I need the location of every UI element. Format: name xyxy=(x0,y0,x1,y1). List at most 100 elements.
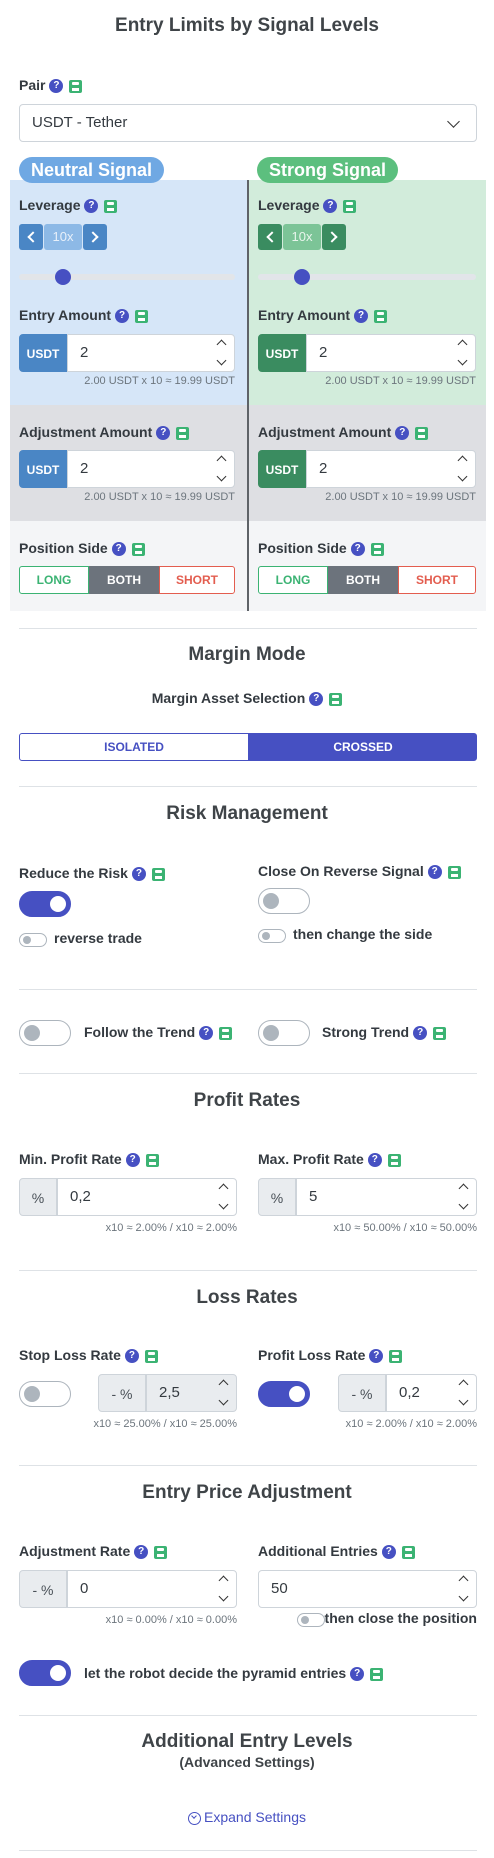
save-icon[interactable] xyxy=(151,867,165,881)
help-icon[interactable]: ? xyxy=(413,1026,428,1041)
reverse-trade-toggle[interactable] xyxy=(19,933,47,947)
stepper-icon[interactable] xyxy=(454,1375,474,1411)
save-icon[interactable] xyxy=(433,1026,447,1040)
strong-leverage-increase[interactable] xyxy=(322,224,346,250)
reduce-risk-toggle[interactable] xyxy=(19,891,71,917)
expand-settings-link[interactable]: Expand Settings xyxy=(0,1809,494,1825)
save-icon[interactable] xyxy=(131,542,145,556)
help-icon[interactable]: ? xyxy=(395,426,410,441)
help-icon[interactable]: ? xyxy=(323,199,338,214)
profit-title: Profit Rates xyxy=(193,1090,301,1111)
save-icon[interactable] xyxy=(69,79,83,93)
margin-crossed-button[interactable]: CROSSED xyxy=(249,733,477,761)
pyramid-toggle[interactable] xyxy=(19,1660,71,1686)
stepper-icon[interactable] xyxy=(453,451,473,487)
adj-rate-input[interactable]: 0 xyxy=(67,1570,237,1608)
profit-loss-toggle[interactable] xyxy=(258,1381,310,1407)
divider xyxy=(19,1850,477,1851)
neutral-side-both[interactable]: BOTH xyxy=(89,566,159,594)
help-icon[interactable]: ? xyxy=(367,1153,382,1168)
strong-leverage-slider-thumb[interactable] xyxy=(294,269,310,285)
divider xyxy=(19,1465,477,1466)
help-icon[interactable]: ? xyxy=(49,79,64,94)
help-icon[interactable]: ? xyxy=(111,542,126,557)
save-icon[interactable] xyxy=(401,1545,415,1559)
save-icon[interactable] xyxy=(329,692,343,706)
save-icon[interactable] xyxy=(145,1153,159,1167)
follow-trend-toggle[interactable] xyxy=(19,1020,71,1046)
save-icon[interactable] xyxy=(144,1349,158,1363)
save-icon[interactable] xyxy=(370,542,384,556)
save-icon[interactable] xyxy=(387,1153,401,1167)
chevron-down-icon xyxy=(447,115,460,128)
help-icon[interactable]: ? xyxy=(369,1349,384,1364)
neutral-leverage-increase[interactable] xyxy=(83,224,107,250)
save-icon[interactable] xyxy=(370,1667,384,1681)
stepper-icon[interactable] xyxy=(212,335,232,371)
stepper-icon[interactable] xyxy=(454,1179,474,1215)
pair-select[interactable]: USDT - Tether xyxy=(19,104,477,142)
help-icon[interactable]: ? xyxy=(354,309,369,324)
help-icon[interactable]: ? xyxy=(350,1667,365,1682)
neutral-adj-input[interactable]: 2 xyxy=(67,450,235,488)
stepper-icon[interactable] xyxy=(454,1571,474,1607)
save-icon[interactable] xyxy=(343,199,357,213)
neutral-entry-input[interactable]: 2 xyxy=(67,334,235,372)
max-profit-input[interactable]: 5 xyxy=(296,1178,477,1216)
strong-side-short[interactable]: SHORT xyxy=(398,566,476,594)
strong-leverage-decrease[interactable] xyxy=(258,224,282,250)
save-icon[interactable] xyxy=(389,1349,403,1363)
divider xyxy=(19,786,477,787)
help-icon[interactable]: ? xyxy=(131,867,146,882)
max-profit-label: Max. Profit Rate? xyxy=(258,1151,401,1168)
save-icon[interactable] xyxy=(154,1545,168,1559)
help-icon[interactable]: ? xyxy=(381,1545,396,1560)
stepper-icon[interactable] xyxy=(214,1375,234,1411)
stepper-icon[interactable] xyxy=(212,451,232,487)
help-icon[interactable]: ? xyxy=(350,542,365,557)
strong-leverage-slider-track[interactable] xyxy=(258,274,476,280)
help-icon[interactable]: ? xyxy=(134,1545,149,1560)
save-icon[interactable] xyxy=(104,199,118,213)
profit-loss-input[interactable]: 0,2 xyxy=(386,1374,477,1412)
stop-loss-input[interactable]: 2,5 xyxy=(146,1374,237,1412)
stepper-icon[interactable] xyxy=(214,1179,234,1215)
additional-entries-input[interactable]: 50 xyxy=(258,1570,477,1608)
strong-trend-toggle[interactable] xyxy=(258,1020,310,1046)
help-icon[interactable]: ? xyxy=(124,1349,139,1364)
help-icon[interactable]: ? xyxy=(156,426,171,441)
neutral-leverage-slider-thumb[interactable] xyxy=(55,269,71,285)
stepper-icon[interactable] xyxy=(214,1571,234,1607)
save-icon[interactable] xyxy=(374,309,388,323)
min-profit-input[interactable]: 0,2 xyxy=(57,1178,237,1216)
neutral-side-short[interactable]: SHORT xyxy=(159,566,235,594)
help-icon[interactable]: ? xyxy=(427,865,442,880)
save-icon[interactable] xyxy=(135,309,149,323)
help-icon[interactable]: ? xyxy=(125,1153,140,1168)
help-icon[interactable]: ? xyxy=(199,1026,214,1041)
margin-isolated-button[interactable]: ISOLATED xyxy=(19,733,249,761)
help-icon[interactable]: ? xyxy=(309,692,324,707)
save-icon[interactable] xyxy=(447,865,461,879)
stepper-icon[interactable] xyxy=(453,335,473,371)
strong-entry-input[interactable]: 2 xyxy=(306,334,476,372)
save-icon[interactable] xyxy=(415,426,429,440)
neutral-side-long[interactable]: LONG xyxy=(19,566,89,594)
stop-loss-toggle[interactable] xyxy=(19,1381,71,1407)
change-side-toggle[interactable] xyxy=(258,929,286,943)
strong-side-both[interactable]: BOTH xyxy=(328,566,398,594)
close-reverse-toggle[interactable] xyxy=(258,888,310,914)
help-icon[interactable]: ? xyxy=(115,309,130,324)
neutral-leverage-decrease[interactable] xyxy=(19,224,43,250)
stop-loss-unit: - % xyxy=(98,1374,146,1412)
close-position-label: then close the position xyxy=(324,1610,477,1626)
neutral-adj-unit: USDT xyxy=(19,450,67,488)
strong-adj-input[interactable]: 2 xyxy=(306,450,476,488)
close-position-toggle[interactable] xyxy=(297,1613,325,1627)
neutral-side-label: Position Side? xyxy=(19,540,145,557)
neutral-leverage-slider-track[interactable] xyxy=(19,274,235,280)
strong-side-long[interactable]: LONG xyxy=(258,566,328,594)
save-icon[interactable] xyxy=(176,426,190,440)
save-icon[interactable] xyxy=(219,1026,233,1040)
help-icon[interactable]: ? xyxy=(84,199,99,214)
